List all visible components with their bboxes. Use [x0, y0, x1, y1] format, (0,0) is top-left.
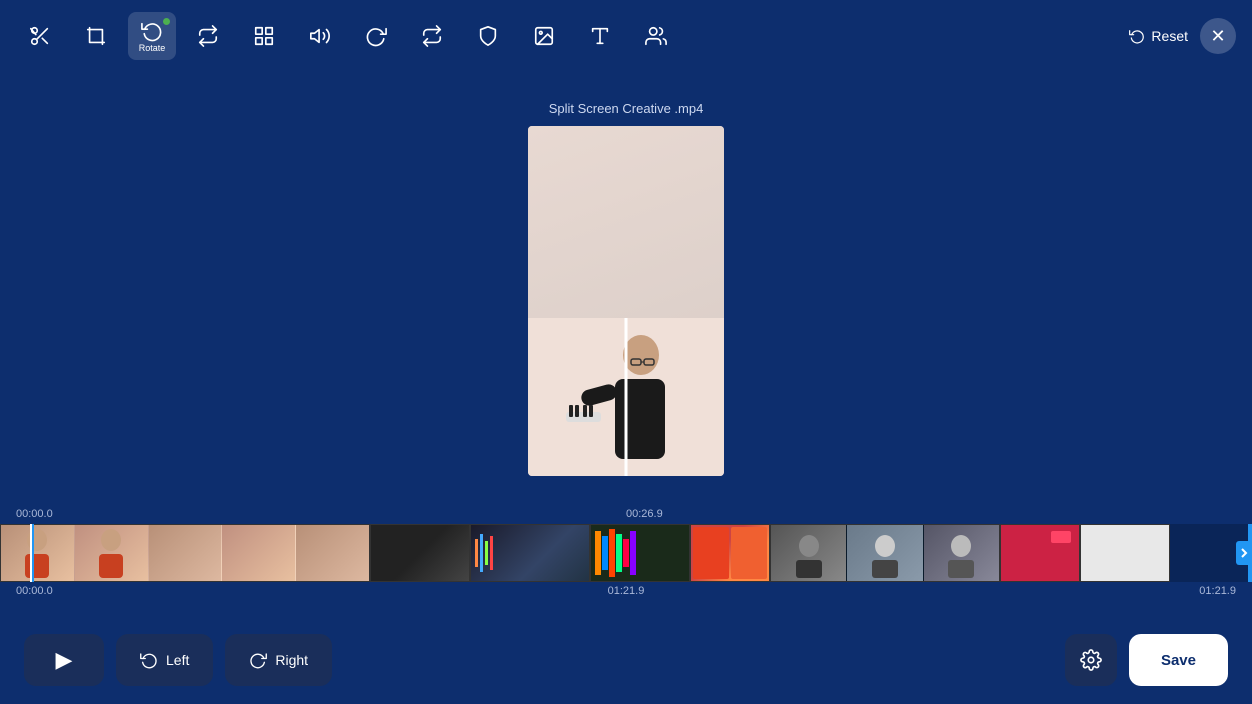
file-title: Split Screen Creative .mp4	[549, 101, 704, 116]
save-label: Save	[1161, 652, 1196, 669]
video-preview	[528, 126, 724, 476]
timeline-timecodes-top: 00:00.0 00:26.9	[0, 504, 1252, 524]
split-line	[625, 318, 628, 476]
timecode-left: 00:00.0	[16, 508, 53, 520]
loop-tool-button[interactable]	[408, 12, 456, 60]
effects-tool-button[interactable]	[632, 12, 680, 60]
cut-tool-button[interactable]	[16, 12, 64, 60]
bottom-controls: ▶ Left Right Save	[0, 616, 1252, 704]
video-top-half	[528, 126, 724, 319]
rotate-left-label: Left	[166, 652, 189, 668]
thumb-red	[1000, 524, 1080, 582]
close-button[interactable]: ✕	[1200, 18, 1236, 54]
timeline-container: 00:00.0 00:26.9	[0, 504, 1252, 614]
thumb-persons	[0, 524, 370, 582]
close-icon: ✕	[1210, 26, 1225, 47]
timeline-track[interactable]: 00:00.0	[0, 524, 1252, 582]
speed-tool-button[interactable]	[352, 12, 400, 60]
reset-label: Reset	[1151, 28, 1188, 44]
playhead-line	[30, 524, 32, 582]
thumb-dark-1	[370, 524, 470, 582]
timecode-mid: 00:26.9	[626, 508, 663, 520]
save-button[interactable]: Save	[1129, 634, 1228, 686]
thumbnail-strip	[0, 524, 1252, 582]
thumb-dark-2	[770, 524, 1000, 582]
toolbar-right: Reset ✕	[1129, 18, 1236, 54]
image-tool-button[interactable]	[520, 12, 568, 60]
timecode-bottom-mid: 01:21.9	[608, 585, 645, 597]
flip-tool-button[interactable]	[184, 12, 232, 60]
rotate-right-label: Right	[275, 652, 308, 668]
toolbar: Rotate	[0, 0, 1252, 72]
preview-area: Split Screen Creative .mp4	[0, 72, 1252, 504]
right-trim-arrow[interactable]	[1236, 541, 1252, 565]
timecode-bottom-right: 01:21.9	[1199, 585, 1236, 597]
timecode-bottom-left: 00:00.0	[16, 585, 53, 597]
rotate-tool-button[interactable]: Rotate	[128, 12, 176, 60]
crop-tool-button[interactable]	[72, 12, 120, 60]
rotate-label: Rotate	[139, 43, 166, 53]
layout-tool-button[interactable]	[240, 12, 288, 60]
reset-button[interactable]: Reset	[1129, 28, 1188, 44]
video-bottom-half	[528, 318, 724, 476]
thumb-white	[1080, 524, 1170, 582]
thumb-orange	[690, 524, 770, 582]
text-tool-button[interactable]	[576, 12, 624, 60]
active-dot	[163, 18, 170, 25]
thumb-colorful	[590, 524, 690, 582]
mask-tool-button[interactable]	[464, 12, 512, 60]
thumb-editing-1	[470, 524, 590, 582]
rotate-right-button[interactable]: Right	[225, 634, 332, 686]
play-button[interactable]: ▶	[24, 634, 104, 686]
settings-button[interactable]	[1065, 634, 1117, 686]
rotate-left-button[interactable]: Left	[116, 634, 213, 686]
timeline-timecodes-bottom: 00:00.0 01:21.9 01:21.9	[0, 582, 1252, 597]
play-icon: ▶	[56, 647, 73, 673]
volume-tool-button[interactable]	[296, 12, 344, 60]
